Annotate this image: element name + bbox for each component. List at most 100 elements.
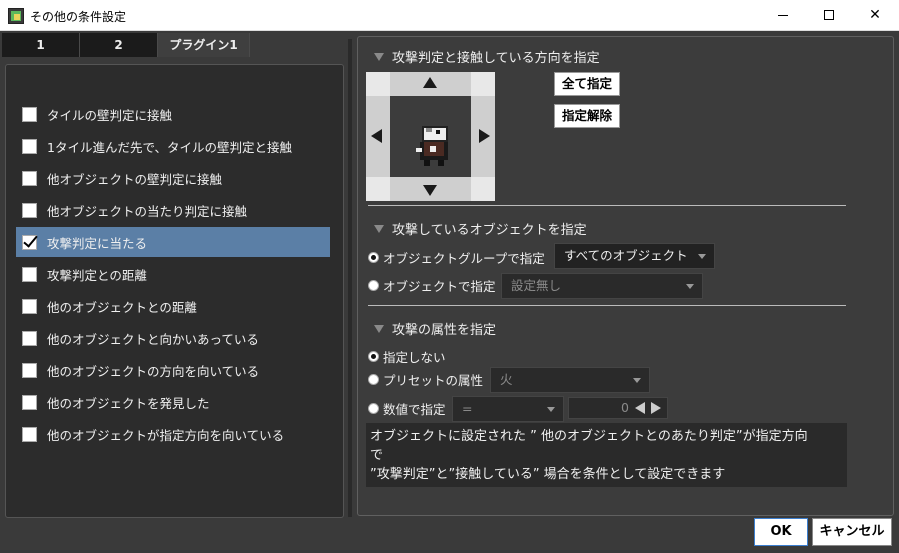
arrow-right-icon bbox=[479, 129, 490, 143]
direction-down-left[interactable] bbox=[366, 177, 390, 201]
condition-item[interactable]: 1タイル進んだ先で、タイルの壁判定と接触 bbox=[16, 131, 330, 161]
object-group-select[interactable]: すべてのオブジェクト bbox=[554, 243, 715, 269]
object-group-radio-row[interactable]: オブジェクトグループで指定 bbox=[368, 248, 545, 267]
object-select[interactable]: 設定無し bbox=[501, 273, 703, 299]
condition-checkbox[interactable] bbox=[22, 170, 37, 186]
condition-label: 他のオブジェクトが指定方向を向いている bbox=[47, 427, 285, 443]
title-bar: その他の条件設定 ✕ bbox=[0, 0, 899, 31]
attribute-numeric-radio[interactable] bbox=[368, 403, 379, 414]
object-group-value: すべてのオブジェクト bbox=[564, 248, 688, 263]
condition-item[interactable]: 他のオブジェクトを発見した bbox=[16, 387, 330, 417]
close-button[interactable]: ✕ bbox=[852, 0, 898, 31]
arrow-left-icon bbox=[371, 129, 382, 143]
dialog-body: 1 2 プラグイン1 タイルの壁判定に接触 1タイル進んだ先で、タイルの壁判定と… bbox=[0, 31, 899, 553]
object-label: オブジェクトで指定 bbox=[383, 279, 496, 294]
tab-1[interactable]: 1 bbox=[2, 33, 80, 57]
condition-checkbox[interactable] bbox=[22, 330, 37, 346]
chevron-down-icon bbox=[686, 284, 694, 289]
condition-label: 他のオブジェクトの方向を向いている bbox=[47, 363, 260, 379]
object-group-label: オブジェクトグループで指定 bbox=[383, 251, 545, 266]
condition-checkbox[interactable] bbox=[22, 202, 37, 218]
condition-item[interactable]: タイルの壁判定に接触 bbox=[16, 99, 330, 129]
attribute-preset-radio[interactable] bbox=[368, 374, 379, 385]
arrow-up-icon bbox=[423, 77, 437, 88]
chevron-down-icon bbox=[633, 378, 641, 383]
condition-checkbox[interactable] bbox=[22, 394, 37, 410]
maximize-button[interactable] bbox=[806, 0, 852, 31]
condition-checkbox[interactable] bbox=[22, 266, 37, 282]
condition-label: 1タイル進んだ先で、タイルの壁判定と接触 bbox=[47, 139, 292, 155]
condition-item[interactable]: 他のオブジェクトの方向を向いている bbox=[16, 355, 330, 385]
direction-pad bbox=[366, 72, 495, 201]
direction-center bbox=[390, 96, 471, 177]
description-line-1: オブジェクトに設定された ” 他のオブジェクトとのあたり判定”が指定方向 bbox=[370, 429, 808, 444]
condition-checkbox[interactable] bbox=[22, 138, 37, 154]
collapse-triangle-icon bbox=[374, 52, 384, 61]
condition-label: 他オブジェクトの当たり判定に接触 bbox=[47, 203, 248, 219]
decrement-arrow-icon[interactable] bbox=[635, 402, 645, 414]
condition-label: 他のオブジェクトとの距離 bbox=[47, 299, 197, 315]
condition-label: 他オブジェクトの壁判定に接触 bbox=[47, 171, 223, 187]
direction-section-title: 攻撃判定と接触している方向を指定 bbox=[392, 51, 600, 66]
close-icon: ✕ bbox=[869, 7, 881, 23]
tab-2[interactable]: 2 bbox=[80, 33, 158, 57]
attribute-number-value: 0 bbox=[621, 400, 629, 415]
chevron-down-icon bbox=[547, 407, 555, 412]
maximize-icon bbox=[824, 10, 834, 20]
condition-checkbox[interactable] bbox=[22, 298, 37, 314]
tab-plugin-1[interactable]: プラグイン1 bbox=[158, 33, 250, 57]
attribute-preset-radio-row[interactable]: プリセットの属性 bbox=[368, 370, 483, 389]
condition-item-selected[interactable]: 攻撃判定に当たる bbox=[16, 227, 330, 257]
clear-directions-button[interactable]: 指定解除 bbox=[554, 104, 620, 128]
condition-checkbox[interactable] bbox=[22, 106, 37, 122]
object-value: 設定無し bbox=[511, 278, 562, 293]
cancel-button[interactable]: キャンセル bbox=[812, 518, 892, 546]
attribute-number-stepper[interactable]: 0 bbox=[568, 397, 668, 419]
condition-item[interactable]: 他のオブジェクトと向かいあっている bbox=[16, 323, 330, 353]
condition-checkbox[interactable] bbox=[22, 426, 37, 442]
operator-value: = bbox=[462, 401, 473, 416]
increment-arrow-icon[interactable] bbox=[651, 402, 661, 414]
character-sprite bbox=[416, 126, 448, 166]
direction-up-left[interactable] bbox=[366, 72, 390, 96]
collapse-triangle-icon bbox=[374, 224, 384, 233]
condition-checkbox[interactable] bbox=[22, 362, 37, 378]
condition-checkbox-checked[interactable] bbox=[22, 234, 37, 250]
chevron-down-icon bbox=[698, 254, 706, 259]
attribute-numeric-label: 数値で指定 bbox=[383, 402, 446, 417]
attribute-none-radio[interactable] bbox=[368, 351, 379, 362]
attribute-none-label: 指定しない bbox=[383, 350, 446, 365]
minimize-icon bbox=[778, 14, 788, 16]
condition-label: 攻撃判定に当たる bbox=[47, 235, 148, 251]
object-section-header[interactable]: 攻撃しているオブジェクトを指定 bbox=[374, 219, 587, 238]
condition-item[interactable]: 攻撃判定との距離 bbox=[16, 259, 330, 289]
panel-splitter[interactable] bbox=[348, 39, 352, 517]
condition-item[interactable]: 他のオブジェクトが指定方向を向いている bbox=[16, 419, 330, 449]
attribute-none-radio-row[interactable]: 指定しない bbox=[368, 347, 446, 366]
object-radio-row[interactable]: オブジェクトで指定 bbox=[368, 276, 496, 295]
condition-item[interactable]: 他のオブジェクトとの距離 bbox=[16, 291, 330, 321]
direction-up-right[interactable] bbox=[471, 72, 495, 96]
window-title: その他の条件設定 bbox=[30, 10, 127, 24]
condition-label: 他のオブジェクトを発見した bbox=[47, 395, 210, 411]
object-radio[interactable] bbox=[368, 280, 379, 291]
minimize-button[interactable] bbox=[760, 0, 806, 31]
direction-section-header[interactable]: 攻撃判定と接触している方向を指定 bbox=[374, 47, 600, 66]
attribute-numeric-radio-row[interactable]: 数値で指定 bbox=[368, 399, 446, 418]
condition-label: タイルの壁判定に接触 bbox=[47, 107, 173, 123]
object-section-title: 攻撃しているオブジェクトを指定 bbox=[392, 223, 587, 238]
description-line-2: で bbox=[370, 448, 384, 463]
select-all-directions-button[interactable]: 全て指定 bbox=[554, 72, 620, 96]
attribute-preset-value: 火 bbox=[500, 372, 513, 387]
direction-down-right[interactable] bbox=[471, 177, 495, 201]
condition-item[interactable]: 他オブジェクトの壁判定に接触 bbox=[16, 163, 330, 193]
attribute-section-header[interactable]: 攻撃の属性を指定 bbox=[374, 319, 496, 338]
section-divider bbox=[368, 205, 846, 206]
attribute-section-title: 攻撃の属性を指定 bbox=[392, 323, 497, 338]
ok-button[interactable]: OK bbox=[754, 518, 808, 546]
object-group-radio[interactable] bbox=[368, 252, 379, 263]
operator-select[interactable]: = bbox=[452, 396, 564, 422]
condition-item[interactable]: 他オブジェクトの当たり判定に接触 bbox=[16, 195, 330, 225]
attribute-preset-select[interactable]: 火 bbox=[490, 367, 650, 393]
settings-panel: 攻撃判定と接触している方向を指定 全て指定 指定解除 攻撃しているオブジェクトを… bbox=[357, 36, 894, 516]
